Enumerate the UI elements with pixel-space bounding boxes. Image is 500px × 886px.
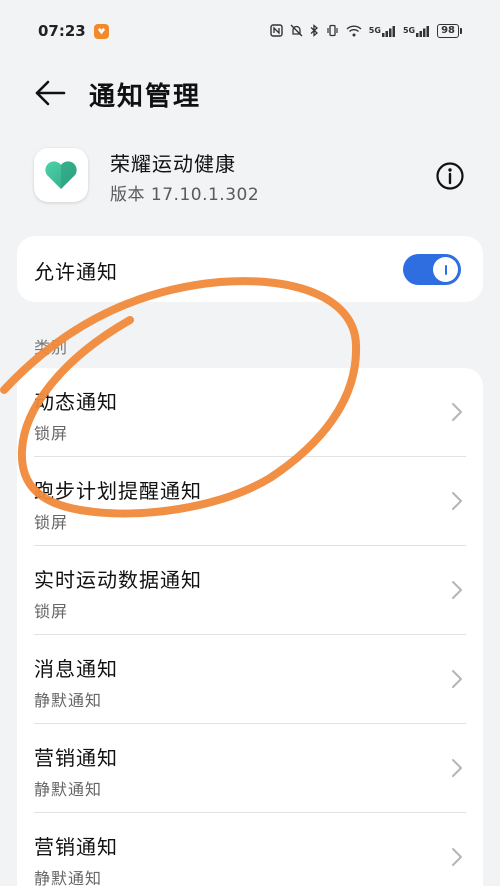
app-info: 荣耀运动健康 版本 17.10.1.302 bbox=[0, 140, 500, 212]
list-item[interactable]: 营销通知 静默通知 bbox=[17, 813, 483, 886]
allow-notifications-card: 允许通知 bbox=[17, 236, 483, 302]
vibrate-icon bbox=[326, 24, 339, 39]
category-heading: 类别 bbox=[34, 338, 69, 357]
page-title: 通知管理 bbox=[89, 82, 202, 112]
item-subtitle: 静默通知 bbox=[34, 869, 103, 886]
chevron-right-icon bbox=[452, 670, 462, 688]
status-left: 07:23 bbox=[38, 22, 109, 40]
list-item[interactable]: 消息通知 静默通知 bbox=[17, 635, 483, 724]
allow-notifications-toggle[interactable] bbox=[403, 254, 461, 285]
network-label-2: 5G bbox=[402, 26, 416, 35]
app-version: 版本 17.10.1.302 bbox=[110, 185, 260, 205]
item-subtitle: 锁屏 bbox=[34, 513, 69, 532]
list-item[interactable]: 实时运动数据通知 锁屏 bbox=[17, 546, 483, 635]
info-icon[interactable] bbox=[434, 160, 466, 192]
cellular-signal-2: 5G bbox=[403, 25, 430, 37]
nfc-icon bbox=[270, 23, 283, 39]
cellular-signal-1: 5G bbox=[369, 25, 396, 37]
item-title: 动态通知 bbox=[34, 390, 118, 414]
status-time: 07:23 bbox=[38, 22, 86, 40]
notification-app-icon bbox=[93, 23, 109, 39]
allow-notifications-label: 允许通知 bbox=[34, 260, 118, 284]
back-arrow-icon[interactable] bbox=[34, 78, 66, 108]
battery-level: 98 bbox=[437, 24, 459, 38]
item-subtitle: 静默通知 bbox=[34, 780, 103, 799]
chevron-right-icon bbox=[452, 848, 462, 866]
chevron-right-icon bbox=[452, 492, 462, 510]
status-right: 5G 5G 98 bbox=[270, 23, 462, 39]
chevron-right-icon bbox=[452, 759, 462, 777]
item-subtitle: 锁屏 bbox=[34, 602, 69, 621]
network-label-1: 5G bbox=[368, 26, 381, 35]
chevron-right-icon bbox=[452, 581, 462, 599]
list-item[interactable]: 动态通知 锁屏 bbox=[17, 368, 483, 457]
item-title: 营销通知 bbox=[34, 746, 118, 770]
item-subtitle: 静默通知 bbox=[34, 691, 103, 710]
item-title: 跑步计划提醒通知 bbox=[34, 479, 202, 503]
status-bar: 07:23 5G 5G 98 bbox=[0, 0, 500, 62]
toggle-knob-mark bbox=[444, 264, 447, 275]
app-icon bbox=[34, 148, 88, 202]
battery-indicator: 98 bbox=[437, 24, 462, 38]
item-title: 实时运动数据通知 bbox=[34, 568, 202, 592]
toggle-knob bbox=[433, 257, 458, 282]
list-item[interactable]: 跑步计划提醒通知 锁屏 bbox=[17, 457, 483, 546]
wifi-icon bbox=[346, 24, 362, 39]
app-name: 荣耀运动健康 bbox=[110, 152, 236, 176]
item-title: 营销通知 bbox=[34, 835, 118, 859]
item-subtitle: 锁屏 bbox=[34, 424, 69, 443]
chevron-right-icon bbox=[452, 403, 462, 421]
page-header: 通知管理 bbox=[0, 62, 500, 124]
list-item[interactable]: 营销通知 静默通知 bbox=[17, 724, 483, 813]
bluetooth-icon bbox=[310, 23, 319, 39]
category-list: 动态通知 锁屏 跑步计划提醒通知 锁屏 实时运动数据通知 锁屏 消息通知 静默通… bbox=[17, 368, 483, 886]
mute-icon bbox=[290, 24, 303, 39]
item-title: 消息通知 bbox=[34, 657, 118, 681]
battery-tip bbox=[460, 28, 462, 34]
